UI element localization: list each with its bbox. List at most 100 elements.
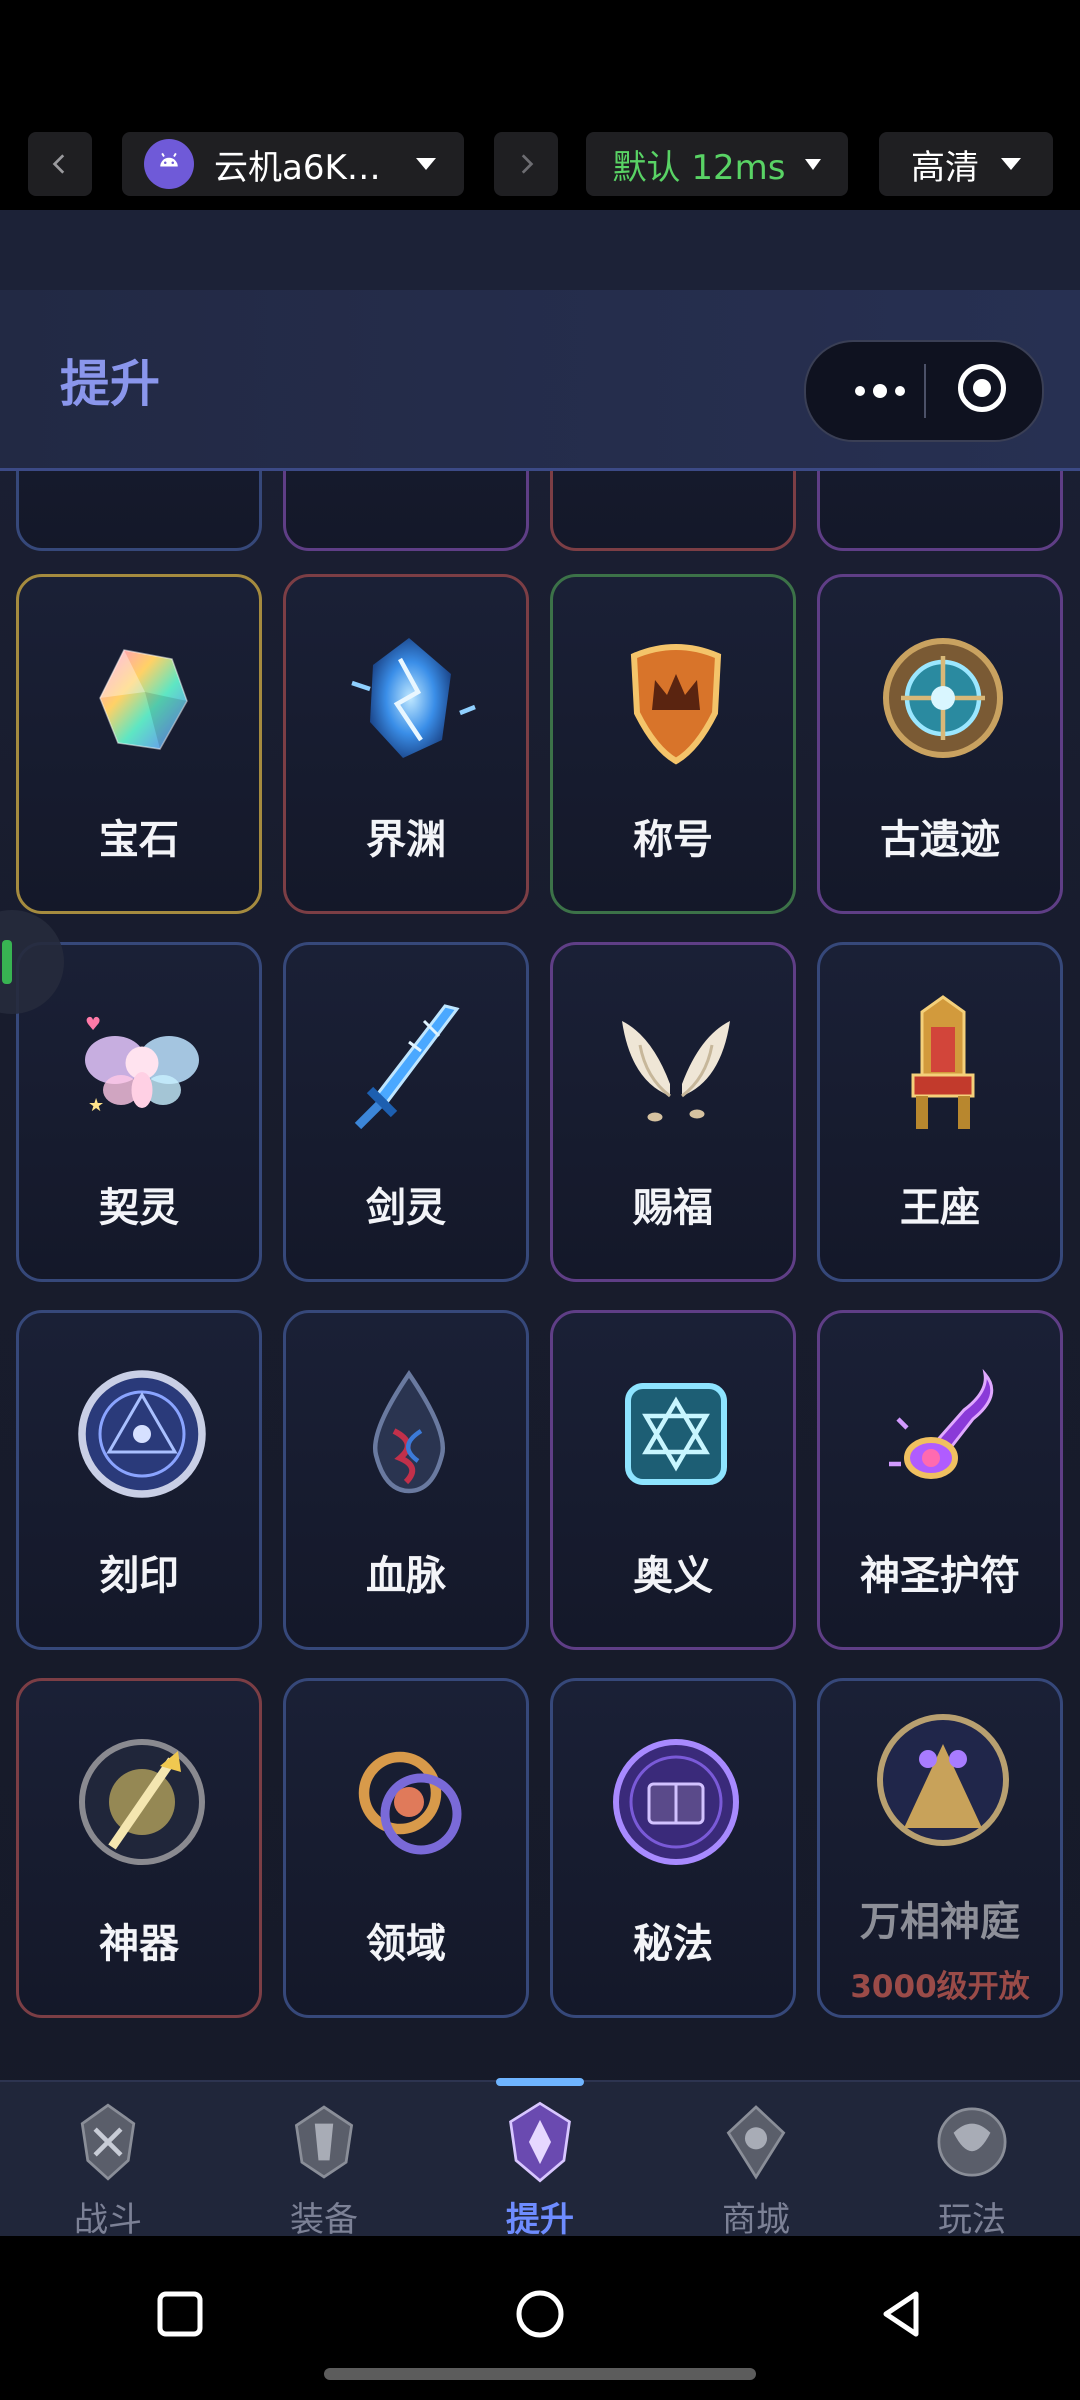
back-nav-button[interactable] <box>872 2284 932 2344</box>
device-selector[interactable]: 云机a6K… <box>122 132 464 196</box>
page-header: 提升 <box>0 290 1080 471</box>
forward-button[interactable] <box>494 132 558 196</box>
card-label: 王座 <box>900 1185 980 1231</box>
caret-down-icon <box>805 158 822 170</box>
app-screen: 提升 宝石 界渊 称号 古遗迹 ♥ ★ 契灵 剑灵 赐福 王座 刻印 血脉 奥义… <box>0 210 1080 2236</box>
home-button[interactable] <box>510 2284 570 2344</box>
more-icon <box>855 386 865 396</box>
relic-disc-icon <box>883 638 1003 758</box>
more-button[interactable] <box>840 342 920 440</box>
card-gem[interactable]: 宝石 <box>16 574 262 914</box>
card-label: 契灵 <box>99 1185 179 1231</box>
card-sword-spirit[interactable]: 剑灵 <box>283 942 529 1282</box>
wings-icon <box>622 1021 730 1122</box>
tab-upgrade[interactable]: 提升 <box>432 2078 648 2236</box>
unlock-requirement: 3000级开放 <box>850 1969 1030 2005</box>
card-relic[interactable]: 古遗迹 <box>817 574 1063 914</box>
latency-selector[interactable]: 默认 12ms <box>586 132 848 196</box>
cloud-toolbar: 云机a6K… 默认 12ms 高清 <box>0 0 1080 210</box>
card-label: 奥义 <box>633 1553 713 1599</box>
crown-shield-icon <box>630 644 722 765</box>
blood-drop-icon <box>373 1370 445 1494</box>
card-label: 神圣护符 <box>860 1553 1020 1599</box>
tab-label: 战斗 <box>74 2200 142 2236</box>
card-label: 赐福 <box>633 1185 713 1231</box>
close-target-icon[interactable] <box>958 364 1006 412</box>
tab-shop[interactable]: 商城 <box>648 2082 864 2236</box>
card-mystery[interactable]: 奥义 <box>550 1310 796 1650</box>
quality-selector[interactable]: 高清 <box>879 132 1053 196</box>
recent-apps-button[interactable] <box>150 2284 210 2344</box>
miniapp-capsule <box>804 340 1044 442</box>
card-arcana[interactable]: 秘法 <box>550 1678 796 2018</box>
card-domain[interactable]: 领域 <box>283 1678 529 2018</box>
tab-battle[interactable]: 战斗 <box>0 2082 216 2236</box>
partial-card[interactable] <box>817 471 1063 551</box>
battle-icon <box>80 2103 136 2181</box>
system-nav-bar <box>0 2236 1080 2400</box>
card-engraving[interactable]: 刻印 <box>16 1310 262 1650</box>
amulet-icon <box>889 1368 994 1479</box>
upgrade-icon <box>509 2101 571 2183</box>
device-label: 云机a6K… <box>214 147 381 188</box>
card-temple-locked[interactable]: 万相神庭 3000级开放 <box>817 1678 1063 2018</box>
shop-icon <box>726 2105 786 2180</box>
active-tab-indicator <box>496 2078 584 2086</box>
rune-circle-icon <box>78 1370 206 1498</box>
card-throne[interactable]: 王座 <box>817 942 1063 1282</box>
svg-text:★: ★ <box>88 1095 104 1116</box>
card-title[interactable]: 称号 <box>550 574 796 914</box>
partial-card[interactable] <box>16 471 262 551</box>
tab-label: 装备 <box>290 2200 358 2236</box>
back-button[interactable] <box>28 132 92 196</box>
card-label: 万相神庭 <box>860 1899 1020 1945</box>
card-artifact[interactable]: 神器 <box>16 1678 262 2018</box>
android-icon <box>144 139 194 189</box>
upgrade-grid: 宝石 界渊 称号 古遗迹 ♥ ★ 契灵 剑灵 赐福 王座 刻印 血脉 奥义 神圣… <box>0 471 1080 2236</box>
gem-icon <box>99 649 188 750</box>
page-title: 提升 <box>60 355 160 413</box>
status-strip <box>0 210 1080 290</box>
svg-text:♥: ♥ <box>85 1014 101 1035</box>
caret-down-icon <box>416 158 436 170</box>
card-label: 神器 <box>99 1921 179 1967</box>
equipment-icon <box>294 2105 354 2179</box>
card-label: 领域 <box>366 1921 446 1967</box>
latency-label: 默认 12ms <box>612 147 786 188</box>
sword-icon <box>354 1004 460 1130</box>
lightning-crystal-icon <box>351 638 476 758</box>
tab-label: 玩法 <box>938 2200 1006 2236</box>
tab-equipment[interactable]: 装备 <box>216 2082 432 2236</box>
fairy-icon: ♥ ★ <box>85 1014 199 1116</box>
gameplay-icon <box>937 2107 1007 2177</box>
tab-label: 商城 <box>722 2200 790 2236</box>
signal-bar-icon <box>2 940 12 984</box>
chevron-right-icon <box>521 154 534 174</box>
card-label: 称号 <box>633 817 713 863</box>
card-label: 刻印 <box>99 1553 179 1599</box>
temple-icon <box>877 1714 1009 1846</box>
card-abyss[interactable]: 界渊 <box>283 574 529 914</box>
card-label: 秘法 <box>633 1921 713 1967</box>
card-label: 界渊 <box>366 817 446 863</box>
domain-rings-icon <box>358 1751 462 1855</box>
throne-icon <box>911 995 975 1129</box>
spellbook-icon <box>613 1739 739 1865</box>
card-holy-amulet[interactable]: 神圣护符 <box>817 1310 1063 1650</box>
card-label: 古遗迹 <box>880 817 1000 863</box>
card-label: 血脉 <box>366 1553 446 1599</box>
hexagram-icon <box>625 1383 727 1485</box>
caret-down-icon <box>1001 158 1021 170</box>
artifact-icon <box>79 1739 205 1865</box>
card-label: 宝石 <box>99 817 179 863</box>
tab-gameplay[interactable]: 玩法 <box>864 2082 1080 2236</box>
gesture-pill[interactable] <box>324 2368 756 2380</box>
tab-label: 提升 <box>506 2200 574 2236</box>
chevron-left-icon <box>52 154 65 174</box>
partial-card[interactable] <box>283 471 529 551</box>
bottom-tab-bar: 战斗 装备 提升 商城 玩法 <box>0 2078 1080 2236</box>
card-label: 剑灵 <box>366 1185 446 1231</box>
partial-card[interactable] <box>550 471 796 551</box>
card-bloodline[interactable]: 血脉 <box>283 1310 529 1650</box>
card-blessing[interactable]: 赐福 <box>550 942 796 1282</box>
